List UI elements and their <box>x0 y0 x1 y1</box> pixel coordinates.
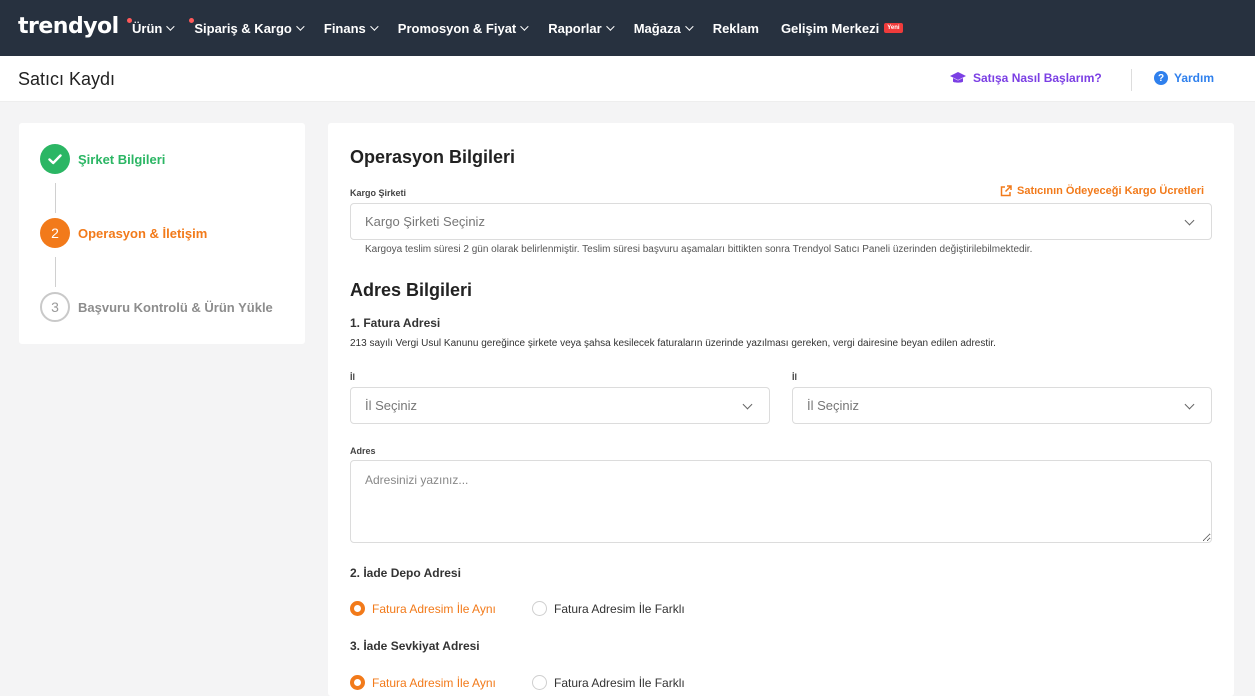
invoice-address-description: 213 sayılı Vergi Usul Kanunu gereğince ş… <box>350 338 996 349</box>
city-select[interactable]: İl Seçiniz <box>350 387 770 424</box>
nav-item-label: Raporlar <box>548 20 602 36</box>
nav-item-finans[interactable]: Finans <box>323 20 379 36</box>
return-address-title: 2. İade Depo Adresi <box>350 566 461 580</box>
radio-label: Fatura Adresim İle Farklı <box>554 601 685 616</box>
radio-unselected-icon <box>532 601 547 616</box>
graduation-cap-icon <box>950 71 966 83</box>
page-header: Satıcı Kaydı Satışa Nasıl Başlarım? ? Ya… <box>0 56 1255 102</box>
radio-label: Fatura Adresim İle Farklı <box>554 675 685 690</box>
chevron-down-icon <box>605 22 615 31</box>
step-label: Operasyon & İletişim <box>78 225 208 241</box>
radio-selected-icon <box>350 601 365 616</box>
help-link[interactable]: ? Yardım <box>1154 71 1214 85</box>
help-label: Yardım <box>1174 71 1215 85</box>
step-sirket-bilgileri[interactable]: Şirket Bilgileri <box>40 144 165 174</box>
city-label: İl <box>350 372 356 382</box>
top-navbar: trendyol Ürün Sipariş & Kargo Finans Pro… <box>0 0 1255 56</box>
chevron-down-icon <box>742 399 753 410</box>
step-number: 2 <box>40 218 70 248</box>
address-textarea[interactable] <box>350 460 1212 543</box>
shipment-same-radio[interactable]: Fatura Adresim İle Aynı <box>350 675 496 690</box>
chevron-down-icon <box>296 22 305 31</box>
city-select-placeholder: İl Seçiniz <box>365 398 418 413</box>
nav-item-reklam[interactable]: Reklam <box>713 21 759 36</box>
nav-item-raporlar[interactable]: Raporlar <box>548 20 615 36</box>
nav-item-label: Ürün <box>132 20 163 36</box>
how-to-start-link[interactable]: Satışa Nasıl Başlarım? <box>950 71 1102 85</box>
cargo-label: Kargo Şirketi <box>350 188 407 198</box>
how-to-start-label: Satışa Nasıl Başlarım? <box>973 71 1102 85</box>
nav-item-label: Reklam <box>712 20 759 36</box>
chevron-down-icon <box>1184 399 1195 410</box>
nav-item-label: Promosyon & Fiyat <box>397 20 517 36</box>
cargo-note: Kargoya teslim süresi 2 gün olarak belir… <box>365 244 1033 255</box>
address-section-title: Adres Bilgileri <box>350 280 473 300</box>
cargo-select[interactable]: Kargo Şirketi Seçiniz <box>350 203 1212 240</box>
operation-form-card: Operasyon Bilgileri Kargo Şirketi Satıcı… <box>328 123 1234 696</box>
nav-item-gelisim-merkezi[interactable]: Gelişim Merkezi Yeni <box>781 21 903 36</box>
return-same-radio[interactable]: Fatura Adresim İle Aynı <box>350 601 496 616</box>
nav-item-label: Gelişim Merkezi <box>780 20 880 36</box>
invoice-address-title: 1. Fatura Adresi <box>350 316 441 330</box>
external-link-icon <box>1000 185 1012 197</box>
cargo-fees-link[interactable]: Satıcının Ödeyeceği Kargo Ücretleri <box>1000 185 1204 197</box>
main-menu: Ürün Sipariş & Kargo Finans Promosyon & … <box>127 0 925 56</box>
address-label: Adres <box>350 446 376 456</box>
radio-unselected-icon <box>532 675 547 690</box>
notification-dot <box>189 17 195 23</box>
cargo-select-placeholder: Kargo Şirketi Seçiniz <box>365 214 485 229</box>
nav-item-label: Finans <box>323 20 366 36</box>
chevron-down-icon <box>166 22 176 31</box>
question-circle-icon: ? <box>1154 71 1168 85</box>
city2-select-placeholder: İl Seçiniz <box>807 398 860 413</box>
nav-item-urun[interactable]: Ürün <box>127 17 176 36</box>
nav-item-label: Mağaza <box>633 20 681 36</box>
check-icon <box>40 144 70 174</box>
city2-select[interactable]: İl Seçiniz <box>792 387 1212 424</box>
chevron-down-icon <box>520 22 529 31</box>
notification-dot <box>127 17 132 23</box>
step-connector <box>55 257 56 287</box>
nav-item-magaza[interactable]: Mağaza <box>633 20 694 36</box>
step-operasyon-iletisim[interactable]: 2 Operasyon & İletişim <box>40 218 207 248</box>
nav-item-label: Sipariş & Kargo <box>194 20 292 36</box>
return-diff-radio[interactable]: Fatura Adresim İle Farklı <box>532 601 685 616</box>
radio-label: Fatura Adresim İle Aynı <box>372 601 496 616</box>
step-number: 3 <box>40 292 70 322</box>
new-badge: Yeni <box>884 23 903 33</box>
step-connector <box>55 183 56 213</box>
header-divider <box>1131 69 1132 91</box>
trendyol-logo[interactable]: trendyol <box>18 14 119 39</box>
page-title: Satıcı Kaydı <box>18 69 116 89</box>
nav-item-siparis-kargo[interactable]: Sipariş & Kargo <box>189 17 305 36</box>
shipment-address-title: 3. İade Sevkiyat Adresi <box>350 639 480 653</box>
radio-label: Fatura Adresim İle Aynı <box>372 675 496 690</box>
operation-section-title: Operasyon Bilgileri <box>350 147 516 167</box>
chevron-down-icon <box>684 22 694 31</box>
registration-stepper: Şirket Bilgileri 2 Operasyon & İletişim … <box>19 123 305 344</box>
step-label: Şirket Bilgileri <box>78 151 166 167</box>
nav-item-promosyon-fiyat[interactable]: Promosyon & Fiyat <box>397 20 529 36</box>
chevron-down-icon <box>369 22 379 31</box>
step-label: Başvuru Kontrolü & Ürün Yükle <box>78 299 273 315</box>
radio-selected-icon <box>350 675 365 690</box>
chevron-down-icon <box>1184 215 1195 226</box>
shipment-diff-radio[interactable]: Fatura Adresim İle Farklı <box>532 675 685 690</box>
step-basvuru-kontrolu[interactable]: 3 Başvuru Kontrolü & Ürün Yükle <box>40 292 273 322</box>
city2-label: İl <box>792 372 798 382</box>
cargo-fees-label: Satıcının Ödeyeceği Kargo Ücretleri <box>1017 185 1205 197</box>
